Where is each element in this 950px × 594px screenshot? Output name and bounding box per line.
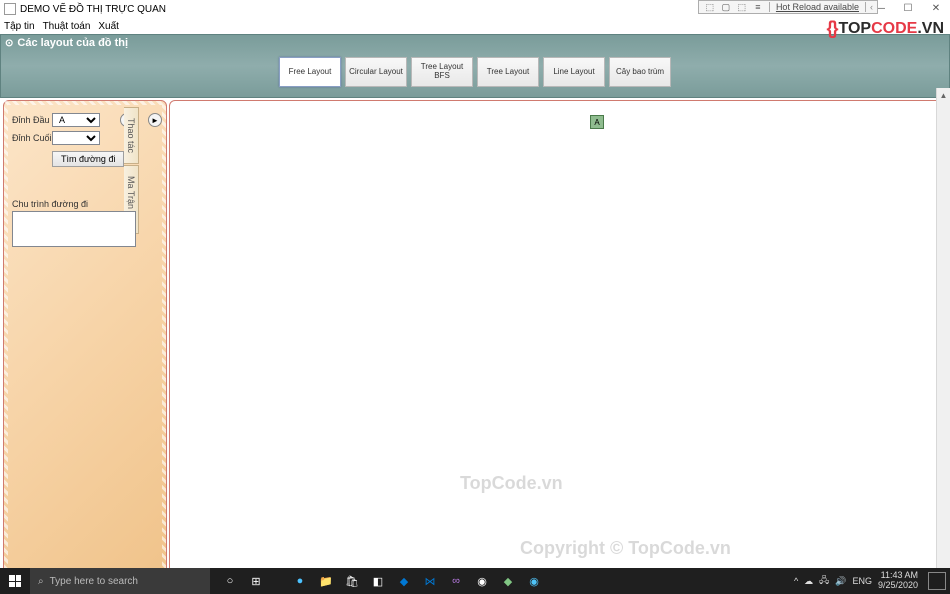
main-area: ◄ ► Thao tác Ma Trận Kề Đỉnh Đầu A Đỉnh …	[0, 98, 950, 580]
debug-icon[interactable]: ⬚	[735, 1, 749, 13]
search-icon: ⌕	[38, 576, 44, 587]
end-vertex-select[interactable]	[52, 131, 100, 145]
collapse-icon[interactable]: ⊙	[5, 38, 13, 49]
end-vertex-label: Đỉnh Cuối	[12, 133, 52, 143]
close-button[interactable]: ✕	[922, 0, 950, 16]
layout-buttons-row: Free Layout Circular Layout Tree Layout …	[1, 51, 949, 97]
spanning-tree-button[interactable]: Cây bao trùm	[609, 57, 671, 87]
layout-panel: ⊙ Các layout của đồ thị Free Layout Circ…	[0, 34, 950, 98]
store-icon[interactable]: 🛍	[340, 568, 364, 594]
visualstudio-icon[interactable]: ∞	[444, 568, 468, 594]
cortana-icon[interactable]: ○	[218, 568, 242, 594]
debug-icon[interactable]: ≡	[751, 1, 765, 13]
chrome-icon[interactable]: ◉	[470, 568, 494, 594]
app-icon[interactable]: ◧	[366, 568, 390, 594]
tray-cloud-icon[interactable]: ☁	[804, 576, 813, 587]
find-path-button[interactable]: Tìm đường đi	[52, 151, 124, 167]
menu-export[interactable]: Xuất	[98, 21, 119, 32]
start-button[interactable]	[0, 568, 30, 594]
tray-chevron-icon[interactable]: ^	[794, 576, 798, 586]
app-icon	[4, 3, 16, 15]
window-controls: — ☐ ✕	[866, 0, 950, 16]
debug-collapse[interactable]: ‹	[866, 2, 877, 12]
graph-canvas[interactable]: A TopCode.vn Copyright © TopCode.vn	[169, 100, 946, 578]
tree-bfs-layout-button[interactable]: Tree Layout BFS	[411, 57, 473, 87]
explorer-icon[interactable]: 📁	[314, 568, 338, 594]
line-layout-button[interactable]: Line Layout	[543, 57, 605, 87]
app-icon[interactable]: ◆	[496, 568, 520, 594]
layout-panel-title: Các layout của đồ thị	[17, 37, 128, 49]
menu-algorithm[interactable]: Thuật toán	[43, 21, 91, 32]
system-tray: ^ ☁ 🖧 🔊 ENG 11:43 AM 9/25/2020	[794, 571, 950, 591]
layout-panel-header[interactable]: ⊙ Các layout của đồ thị	[1, 35, 949, 51]
left-panel: ◄ ► Thao tác Ma Trận Kề Đỉnh Đầu A Đỉnh …	[3, 100, 167, 578]
edge-icon[interactable]: ●	[288, 568, 312, 594]
tray-volume-icon[interactable]: 🔊	[835, 576, 846, 587]
app-icon[interactable]: ◆	[392, 568, 416, 594]
vscode-icon[interactable]: ⋈	[418, 568, 442, 594]
hot-reload-link[interactable]: Hot Reload available	[769, 2, 866, 12]
app-icon[interactable]: ◉	[522, 568, 546, 594]
taskview-icon[interactable]: ⊞	[244, 568, 268, 594]
cycle-label: Chu trình đường đi	[12, 199, 158, 209]
scroll-up[interactable]: ▲	[937, 88, 950, 102]
maximize-button[interactable]: ☐	[894, 0, 922, 16]
windows-taskbar: ⌕ Type here to search ○ ⊞ ● 📁 🛍 ◧ ◆ ⋈ ∞ …	[0, 568, 950, 594]
cycle-output	[12, 211, 136, 247]
start-vertex-select[interactable]: A	[52, 113, 100, 127]
watermark-copyright: Copyright © TopCode.vn	[520, 538, 731, 559]
tree-layout-button[interactable]: Tree Layout	[477, 57, 539, 87]
start-vertex-label: Đỉnh Đầu	[12, 115, 52, 125]
debug-icon[interactable]: ▢	[719, 1, 733, 13]
topcode-logo: {} TOPCODE.VN	[826, 18, 944, 39]
vs-debug-toolbar: ⬚ ▢ ⬚ ≡ Hot Reload available ‹	[698, 0, 878, 14]
free-layout-button[interactable]: Free Layout	[279, 57, 341, 87]
taskbar-search[interactable]: ⌕ Type here to search	[30, 568, 210, 594]
tray-language[interactable]: ENG	[852, 576, 872, 586]
vertical-scrollbar[interactable]: ▲	[936, 88, 950, 568]
menu-bar: Tập tin Thuật toán Xuất	[0, 18, 950, 34]
notifications-icon[interactable]	[928, 572, 946, 590]
debug-icon[interactable]: ⬚	[703, 1, 717, 13]
window-title: DEMO VẼ ĐỒ THỊ TRỰC QUAN	[20, 4, 166, 15]
tray-clock[interactable]: 11:43 AM 9/25/2020	[878, 571, 918, 591]
graph-node-a[interactable]: A	[590, 115, 604, 129]
search-placeholder: Type here to search	[50, 576, 138, 587]
watermark: TopCode.vn	[460, 473, 563, 494]
menu-file[interactable]: Tập tin	[4, 21, 35, 32]
circular-layout-button[interactable]: Circular Layout	[345, 57, 407, 87]
tray-network-icon[interactable]: 🖧	[819, 573, 829, 589]
